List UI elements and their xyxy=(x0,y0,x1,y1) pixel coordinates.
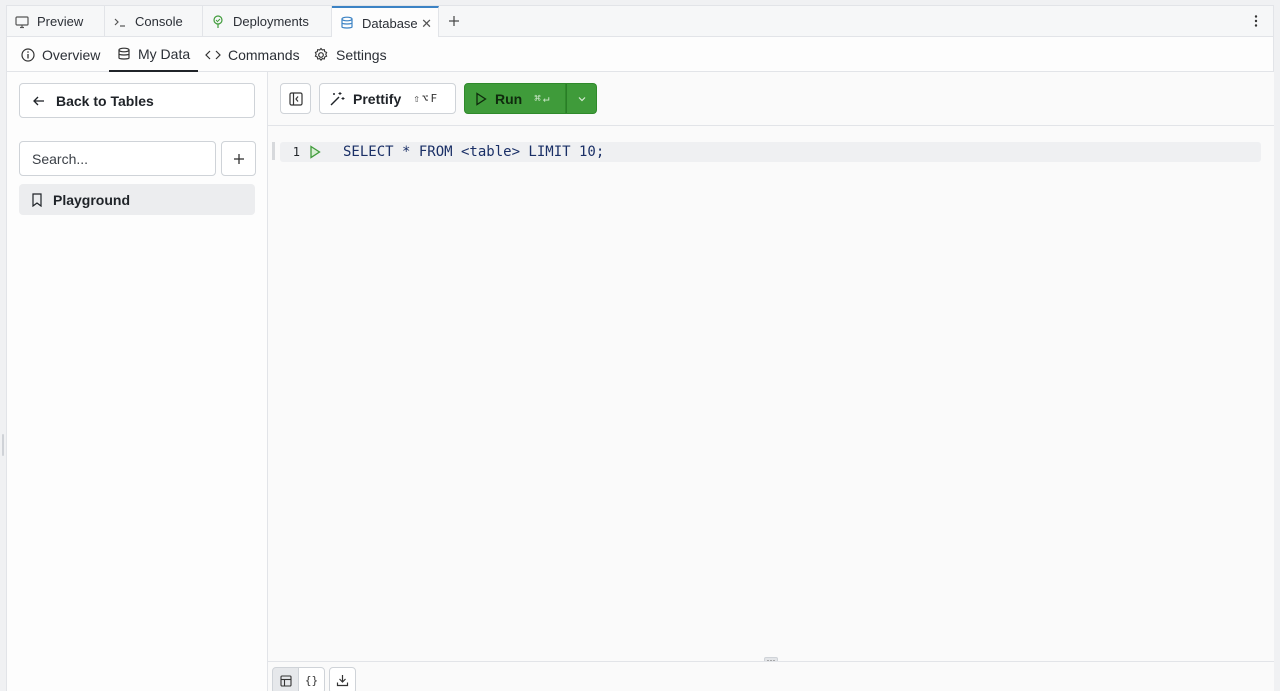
plus-icon xyxy=(449,16,459,26)
saved-query-playground[interactable]: Playground xyxy=(19,184,255,215)
tab-deployments[interactable]: Deployments xyxy=(203,6,332,37)
info-icon xyxy=(21,47,35,62)
subnav-label: My Data xyxy=(138,45,191,62)
subnav-commands[interactable]: Commands xyxy=(197,37,308,72)
run-query-button[interactable]: Run ⌘↵ xyxy=(464,83,566,114)
prettify-button[interactable]: Prettify ⇧⌥F xyxy=(319,83,456,114)
editor-toolbar: Prettify ⇧⌥F Run ⌘↵ xyxy=(268,72,1274,126)
back-label: Back to Tables xyxy=(56,92,154,109)
tab-label: Preview xyxy=(37,14,84,29)
app-window: Preview Console Deployments Database ✕ O… xyxy=(6,5,1274,691)
workspace-tabbar: Preview Console Deployments Database ✕ xyxy=(7,6,1273,38)
chevron-down-icon xyxy=(578,96,585,101)
code-icon xyxy=(205,50,221,59)
tab-label: Console xyxy=(135,14,183,29)
tab-label: Deployments xyxy=(233,14,309,29)
prettify-label: Prettify xyxy=(353,90,402,107)
monitor-icon xyxy=(15,15,29,29)
subnav-label: Commands xyxy=(228,46,300,63)
tab-label: Database xyxy=(362,15,418,31)
code-line-1[interactable]: 1 SELECT * FROM <table> LIMIT 10; xyxy=(280,142,1261,162)
database-icon xyxy=(118,47,130,60)
subnav-settings[interactable]: Settings xyxy=(305,37,395,72)
line-number: 1 xyxy=(292,145,300,159)
sql-code[interactable]: SELECT * FROM <table> LIMIT 10; xyxy=(343,144,604,160)
table-icon xyxy=(279,674,292,687)
download-button[interactable] xyxy=(329,667,356,691)
more-options-button[interactable] xyxy=(1249,13,1263,29)
gear-icon xyxy=(314,47,328,61)
subnav-overview[interactable]: Overview xyxy=(13,37,108,72)
plus-icon xyxy=(233,153,244,164)
collapse-sidebar-button[interactable] xyxy=(280,83,311,114)
saved-query-label: Playground xyxy=(53,191,131,208)
table-view-button[interactable] xyxy=(272,667,299,691)
database-icon xyxy=(340,16,354,30)
kebab-icon xyxy=(1254,15,1258,27)
back-to-tables-button[interactable]: Back to Tables xyxy=(19,83,255,118)
add-query-button[interactable] xyxy=(221,141,256,176)
tree-icon xyxy=(211,14,225,29)
line-gutter-marker xyxy=(272,142,275,160)
add-tab-button[interactable] xyxy=(445,12,463,30)
run-options-dropdown[interactable] xyxy=(566,83,597,114)
prettify-shortcut: ⇧⌥F xyxy=(413,92,440,105)
tab-console[interactable]: Console xyxy=(105,6,203,37)
download-icon xyxy=(336,675,349,687)
run-label: Run xyxy=(495,90,523,107)
magic-wand-icon xyxy=(330,91,345,105)
subnav-label: Overview xyxy=(42,46,101,63)
tab-database[interactable]: Database ✕ xyxy=(332,6,439,38)
terminal-icon xyxy=(113,15,127,29)
tables-sidebar: Back to Tables Playground xyxy=(7,72,268,691)
tab-preview[interactable]: Preview xyxy=(7,6,105,37)
subnav-label: Settings xyxy=(336,46,387,63)
json-view-button[interactable]: {} xyxy=(298,667,325,691)
close-tab-icon[interactable]: ✕ xyxy=(421,16,432,32)
json-braces-icon: {} xyxy=(304,674,319,687)
arrow-left-icon xyxy=(33,96,44,105)
query-editor-area: Prettify ⇧⌥F Run ⌘↵ 1 SELECT * FROM <tab… xyxy=(268,72,1274,691)
results-toolbar: {} xyxy=(268,661,1274,691)
database-subnav: Overview My Data Commands Settings xyxy=(7,37,1273,72)
search-input[interactable] xyxy=(19,141,216,176)
play-icon xyxy=(476,91,487,106)
run-line-icon[interactable] xyxy=(309,145,323,159)
bookmark-icon xyxy=(32,192,42,207)
run-shortcut: ⌘↵ xyxy=(534,92,552,105)
subnav-my-data[interactable]: My Data xyxy=(109,37,199,72)
panel-resize-grip[interactable] xyxy=(2,434,4,456)
sidebar-collapse-icon xyxy=(288,91,303,106)
